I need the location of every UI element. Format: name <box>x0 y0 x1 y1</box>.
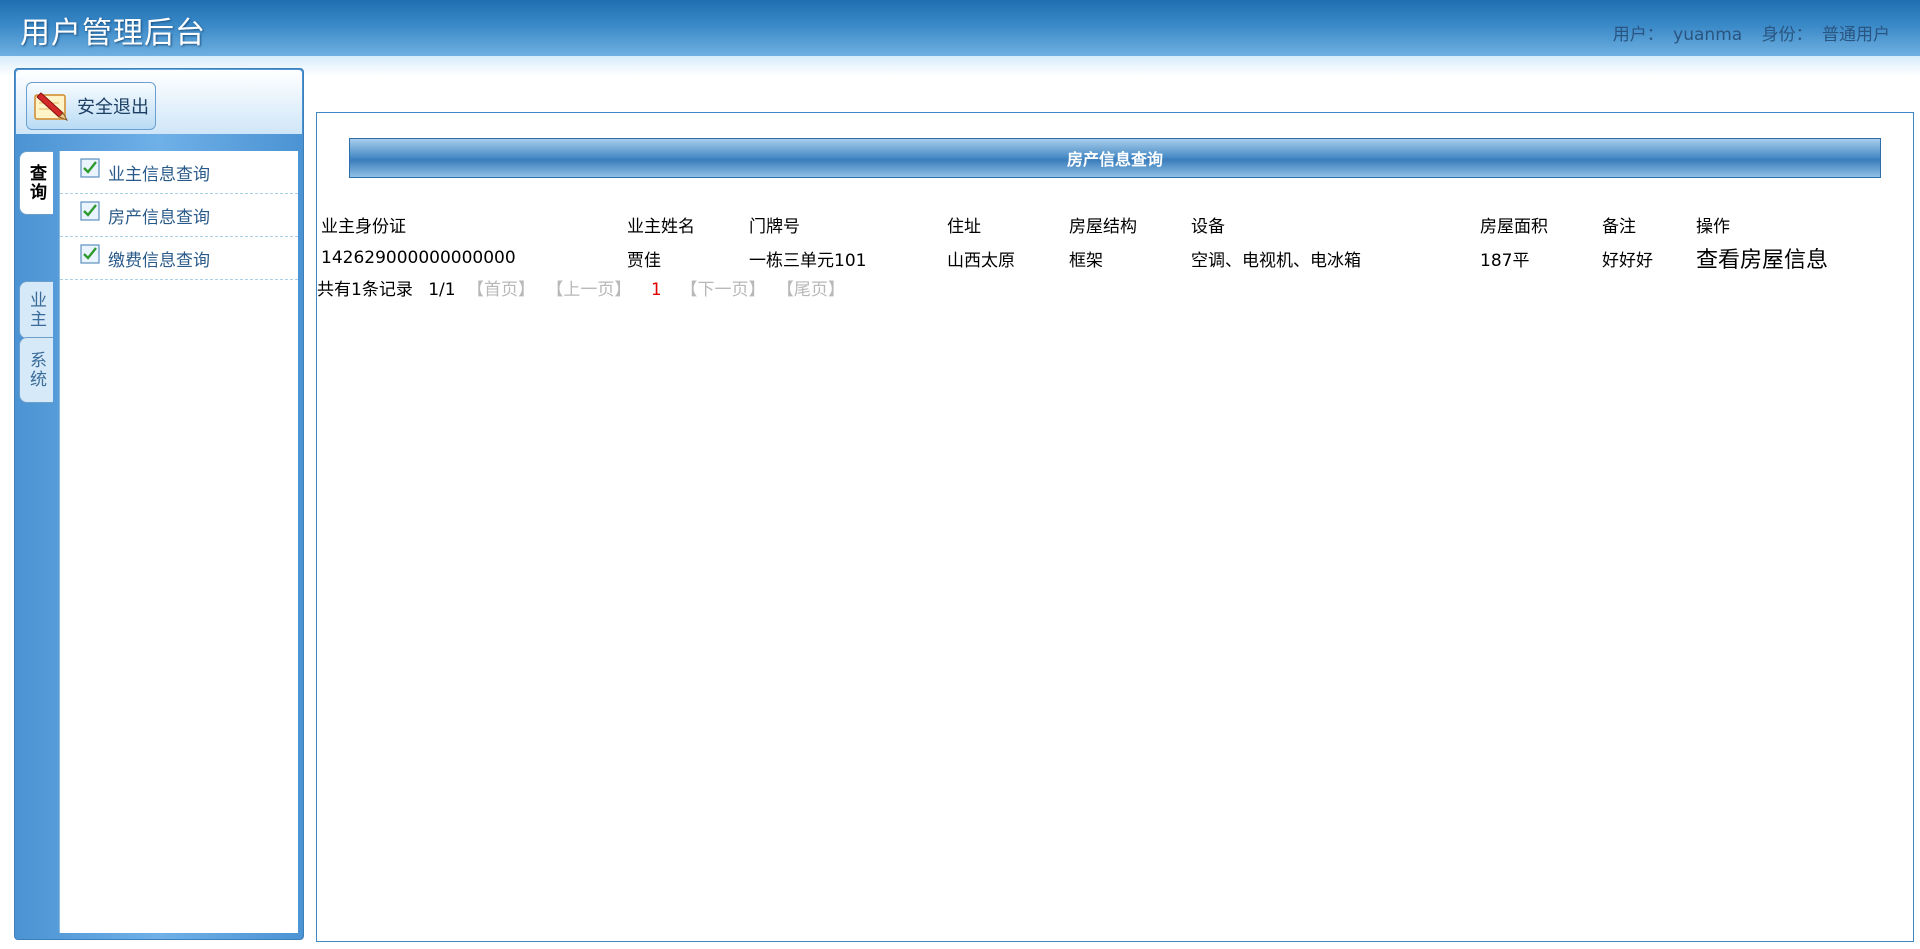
col-header-structure: 房屋结构 <box>1069 216 1137 237</box>
col-header-action: 操作 <box>1696 216 1730 237</box>
main-content: 房产信息查询 业主身份证 业主姓名 门牌号 住址 房屋结构 设备 房屋面积 备注… <box>316 112 1914 942</box>
current-page-number[interactable]: 1 <box>651 280 661 300</box>
col-header-door-number: 门牌号 <box>749 216 800 237</box>
logout-button[interactable]: 安全退出 <box>26 82 156 130</box>
next-page-link[interactable]: 【下一页】 <box>680 280 765 300</box>
record-count: 共有1条记录 <box>317 280 413 300</box>
user-label: 用户： <box>1612 25 1664 45</box>
sidebar-item-property-query[interactable]: 房产信息查询 <box>60 194 298 237</box>
logout-label: 安全退出 <box>77 97 149 118</box>
app-title: 用户管理后台 <box>20 16 206 51</box>
sidebar-item-payment-query[interactable]: 缴费信息查询 <box>60 237 298 280</box>
menu-list: 业主信息查询 房产信息查询 缴费信息查询 <box>59 151 298 933</box>
user-info: 用户： yuanma 身份： 普通用户 <box>1609 20 1890 45</box>
tab-query[interactable]: 查询 <box>19 151 53 215</box>
sidebar-item-owner-query[interactable]: 业主信息查询 <box>60 151 298 194</box>
cell-address: 山西太原 <box>947 250 1015 271</box>
table-row: 142629000000000000 贾佳 一栋三单元101 山西太原 框架 空… <box>321 241 1876 275</box>
col-header-id-card: 业主身份证 <box>321 216 406 237</box>
records-table: 业主身份证 业主姓名 门牌号 住址 房屋结构 设备 房屋面积 备注 操作 142… <box>321 207 1876 275</box>
cell-remark: 好好好 <box>1602 250 1653 271</box>
checkbox-checked-icon <box>80 244 100 264</box>
logout-area: 安全退出 <box>16 70 302 134</box>
cell-owner-name: 贾佳 <box>627 250 661 271</box>
top-header: 用户管理后台 用户： yuanma 身份： 普通用户 <box>0 0 1920 56</box>
role-value: 普通用户 <box>1822 25 1890 45</box>
first-page-link[interactable]: 【首页】 <box>467 280 535 300</box>
role-label: 身份： <box>1761 25 1813 45</box>
cell-id-card: 142629000000000000 <box>321 248 516 268</box>
col-header-equipment: 设备 <box>1191 216 1225 237</box>
checkbox-checked-icon <box>80 158 100 178</box>
sidebar-item-label: 缴费信息查询 <box>108 250 210 271</box>
tab-system[interactable]: 系统 <box>19 337 53 403</box>
col-header-owner-name: 业主姓名 <box>627 216 695 237</box>
edit-pencil-icon <box>34 92 69 121</box>
col-header-address: 住址 <box>947 216 981 237</box>
sidebar-item-label: 业主信息查询 <box>108 164 210 185</box>
tab-owner[interactable]: 业主 <box>19 281 53 339</box>
page-info: 1/1 <box>428 280 456 300</box>
view-house-info-link[interactable]: 查看房屋信息 <box>1696 248 1828 273</box>
cell-structure: 框架 <box>1069 250 1103 271</box>
sidebar: 安全退出 查询 业主 系统 业主信息查询 房产信息查询 缴费信息查询 <box>14 68 304 940</box>
table-header-row: 业主身份证 业主姓名 门牌号 住址 房屋结构 设备 房屋面积 备注 操作 <box>321 207 1876 241</box>
col-header-area: 房屋面积 <box>1480 216 1548 237</box>
checkbox-checked-icon <box>80 201 100 221</box>
username: yuanma <box>1673 25 1743 45</box>
last-page-link[interactable]: 【尾页】 <box>777 280 845 300</box>
cell-action: 查看房屋信息 <box>1696 241 1876 275</box>
cell-door-number: 一栋三单元101 <box>749 250 867 271</box>
panel-title: 房产信息查询 <box>349 138 1881 178</box>
cell-equipment: 空调、电视机、电冰箱 <box>1191 250 1361 271</box>
prev-page-link[interactable]: 【上一页】 <box>546 280 631 300</box>
sidebar-item-label: 房产信息查询 <box>108 207 210 228</box>
pagination: 共有1条记录 1/1 【首页】 【上一页】 1 【下一页】 【尾页】 <box>317 275 845 300</box>
col-header-remark: 备注 <box>1602 216 1636 237</box>
cell-area: 187平 <box>1480 250 1530 271</box>
